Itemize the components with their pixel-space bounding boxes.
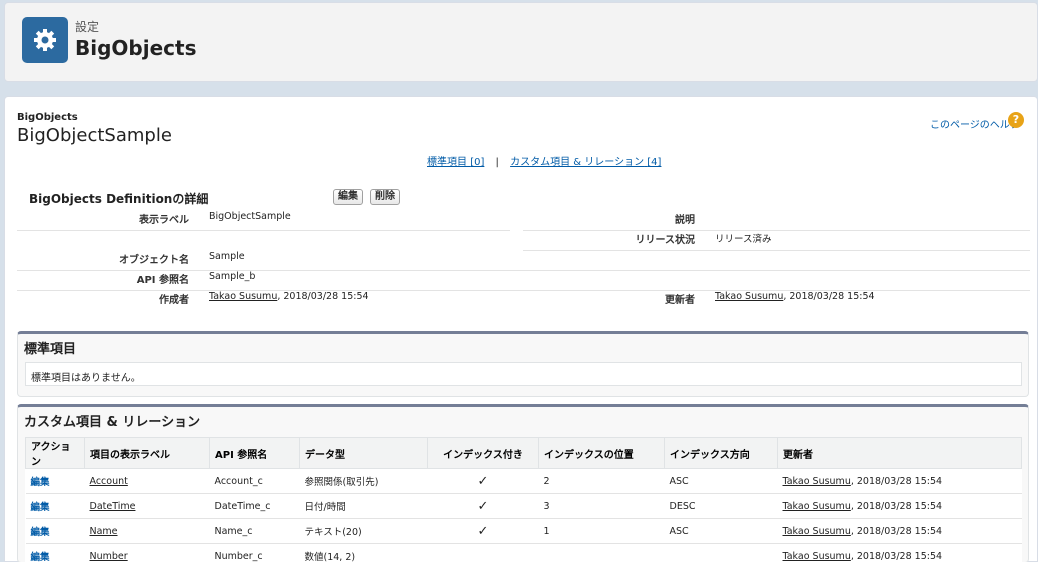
- detail-row-object-name: オブジェクト名 Sample: [17, 251, 1030, 271]
- edit-button[interactable]: 編集: [333, 189, 363, 205]
- row-data-type: 参照関係(取引先): [299, 468, 428, 494]
- col-data-type[interactable]: データ型: [299, 437, 428, 469]
- row-data-type: テキスト(20): [299, 518, 428, 544]
- row-index-direction: ASC: [664, 468, 778, 494]
- table-row: 編集 Number Number_c 数値(14, 2) Takao Susum…: [25, 543, 1022, 562]
- col-index-position[interactable]: インデックスの位置: [538, 437, 665, 469]
- related-links: 標準項目 [0] | カスタム項目 & リレーション [4]: [427, 153, 661, 168]
- col-action: アクション: [25, 437, 85, 469]
- table-row: 編集 Account Account_c 参照関係(取引先) ✓ 2 ASC T…: [25, 468, 1022, 494]
- checkmark-icon: ✓: [427, 518, 539, 544]
- row-index-position: 3: [538, 493, 665, 519]
- row-index-position: 2: [538, 468, 665, 494]
- row-index-position: [538, 543, 665, 562]
- page-title: BigObjectSample: [17, 125, 172, 146]
- created-by-label: 作成者: [159, 295, 189, 306]
- row-index-direction: ASC: [664, 518, 778, 544]
- col-modified-by[interactable]: 更新者: [777, 437, 1022, 469]
- row-data-type: 日付/時間: [299, 493, 428, 519]
- standard-fields-section: 標準項目 標準項目はありません。: [17, 331, 1029, 397]
- indexed-cell: [427, 543, 539, 562]
- object-name-label: オブジェクト名: [119, 255, 189, 266]
- col-field-label[interactable]: 項目の表示ラベル: [84, 437, 210, 469]
- table-row: 編集 DateTime DateTime_c 日付/時間 ✓ 3 DESC Ta…: [25, 493, 1022, 519]
- col-indexed[interactable]: インデックス付き: [427, 437, 539, 469]
- main-panel: BigObjects BigObjectSample このページのヘルプ ? 標…: [4, 96, 1038, 562]
- row-modified-by: Takao Susumu, 2018/03/28 15:54: [777, 518, 1022, 544]
- col-api-name[interactable]: API 参照名: [209, 437, 300, 469]
- api-name-label: API 参照名: [136, 275, 189, 286]
- custom-fields-link[interactable]: カスタム項目 & リレーション [4]: [510, 157, 661, 168]
- detail-row-release: リリース状況 リリース済み: [523, 231, 1030, 251]
- row-index-direction: DESC: [664, 493, 778, 519]
- description-label: 説明: [675, 215, 695, 226]
- row-api-name: Name_c: [209, 518, 300, 544]
- row-field-label-link[interactable]: Name: [84, 518, 210, 544]
- row-user-link[interactable]: Takao Susumu: [783, 501, 851, 512]
- row-edit-link[interactable]: 編集: [25, 468, 85, 494]
- row-data-type: 数値(14, 2): [299, 543, 428, 562]
- help-icon[interactable]: ?: [1008, 112, 1024, 128]
- row-user-link[interactable]: Takao Susumu: [783, 526, 851, 537]
- page-header: 設定 BigObjects: [4, 2, 1038, 82]
- row-date: , 2018/03/28 15:54: [850, 525, 943, 537]
- standard-fields-empty-message: 標準項目はありません。: [25, 362, 1022, 386]
- release-status-label: リリース状況: [635, 235, 696, 246]
- label-field-value: BigObjectSample: [209, 211, 291, 222]
- created-by-date: , 2018/03/28 15:54: [277, 291, 369, 302]
- row-modified-by: Takao Susumu, 2018/03/28 15:54: [777, 493, 1022, 519]
- label-field-label: 表示ラベル: [139, 215, 189, 226]
- standard-fields-link[interactable]: 標準項目 [0]: [427, 157, 484, 168]
- row-date: , 2018/03/28 15:54: [850, 550, 943, 562]
- row-user-link[interactable]: Takao Susumu: [783, 551, 851, 562]
- row-index-direction: [664, 543, 778, 562]
- detail-row-created-modified: 作成者 Takao Susumu, 2018/03/28 15:54 更新者 T…: [17, 291, 1030, 311]
- api-name-value: Sample_b: [209, 271, 256, 282]
- row-field-label-link[interactable]: Account: [84, 468, 210, 494]
- object-name-value: Sample: [209, 251, 245, 262]
- row-modified-by: Takao Susumu, 2018/03/28 15:54: [777, 543, 1022, 562]
- row-edit-link[interactable]: 編集: [25, 493, 85, 519]
- row-api-name: Account_c: [209, 468, 300, 494]
- modified-by-value: Takao Susumu, 2018/03/28 15:54: [715, 291, 875, 302]
- breadcrumb[interactable]: BigObjects: [17, 112, 78, 123]
- row-user-link[interactable]: Takao Susumu: [783, 476, 851, 487]
- gear-icon: [22, 17, 68, 63]
- modified-by-date: , 2018/03/28 15:54: [783, 291, 875, 302]
- checkmark-icon: ✓: [427, 468, 539, 494]
- delete-button[interactable]: 削除: [370, 189, 400, 205]
- row-field-label-link[interactable]: Number: [84, 543, 210, 562]
- table-header-row: アクション 項目の表示ラベル API 参照名 データ型 インデックス付き インデ…: [25, 437, 1022, 469]
- standard-fields-title: 標準項目: [24, 342, 77, 357]
- row-modified-by: Takao Susumu, 2018/03/28 15:54: [777, 468, 1022, 494]
- row-edit-link[interactable]: 編集: [25, 518, 85, 544]
- row-date: , 2018/03/28 15:54: [850, 500, 943, 512]
- row-date: , 2018/03/28 15:54: [850, 475, 943, 487]
- custom-fields-table: アクション 項目の表示ラベル API 参照名 データ型 インデックス付き インデ…: [25, 437, 1022, 562]
- created-by-value: Takao Susumu, 2018/03/28 15:54: [209, 291, 369, 302]
- link-separator: |: [495, 157, 499, 168]
- detail-row-label: 表示ラベル BigObjectSample: [17, 211, 510, 231]
- release-status-value: リリース済み: [715, 234, 772, 245]
- row-api-name: Number_c: [209, 543, 300, 562]
- row-api-name: DateTime_c: [209, 493, 300, 519]
- row-edit-link[interactable]: 編集: [25, 543, 85, 562]
- detail-row-description: 説明: [523, 211, 1030, 231]
- row-field-label-link[interactable]: DateTime: [84, 493, 210, 519]
- custom-fields-title: カスタム項目 & リレーション: [24, 415, 201, 430]
- checkmark-icon: ✓: [427, 493, 539, 519]
- help-link[interactable]: このページのヘルプ: [930, 116, 1020, 131]
- header-title: BigObjects: [75, 36, 197, 60]
- modified-by-label: 更新者: [665, 295, 695, 306]
- modified-by-user-link[interactable]: Takao Susumu: [715, 291, 783, 302]
- detail-section-title: BigObjects Definitionの詳細: [29, 192, 209, 206]
- row-index-position: 1: [538, 518, 665, 544]
- custom-fields-section: カスタム項目 & リレーション アクション 項目の表示ラベル API 参照名 デ…: [17, 404, 1029, 562]
- table-row: 編集 Name Name_c テキスト(20) ✓ 1 ASC Takao Su…: [25, 518, 1022, 544]
- header-subtitle: 設定: [75, 20, 100, 34]
- col-index-direction[interactable]: インデックス方向: [664, 437, 778, 469]
- created-by-user-link[interactable]: Takao Susumu: [209, 291, 277, 302]
- detail-row-api-name: API 参照名 Sample_b: [17, 271, 1030, 291]
